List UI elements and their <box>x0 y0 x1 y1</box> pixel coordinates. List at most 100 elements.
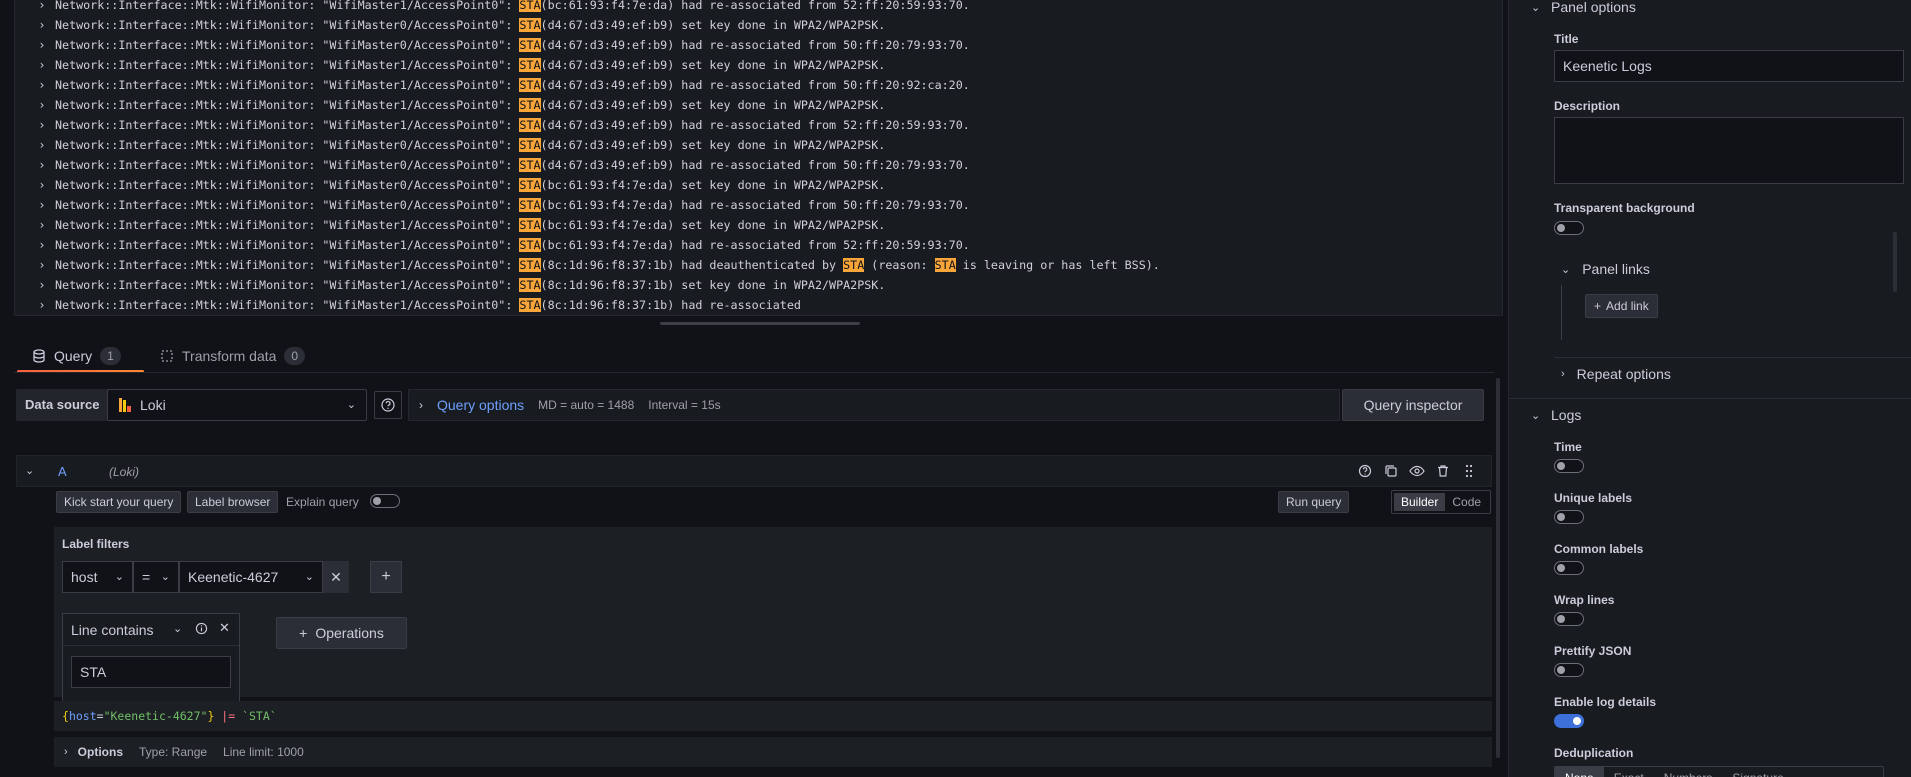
log-row[interactable]: › Network::Interface::Mtk::WifiMonitor: "… <box>15 175 1502 195</box>
expand-chevron-icon[interactable]: › <box>35 135 49 155</box>
panel-options-header[interactable]: ⌄ Panel options <box>1531 0 1636 18</box>
log-row[interactable]: › Network::Interface::Mtk::WifiMonitor: "… <box>15 295 1502 315</box>
eye-icon[interactable] <box>1409 463 1425 479</box>
expand-chevron-icon[interactable]: › <box>35 15 49 35</box>
chevron-down-icon: ⌄ <box>160 571 170 583</box>
query-inspector-button[interactable]: Query inspector <box>1342 389 1484 421</box>
chevron-down-icon[interactable]: ⌄ <box>173 622 182 635</box>
log-row[interactable]: › Network::Interface::Mtk::WifiMonitor: "… <box>15 255 1502 275</box>
enable-log-details-toggle[interactable] <box>1554 714 1584 728</box>
mode-builder[interactable]: Builder <box>1394 493 1446 511</box>
log-text: (bc:61:93:f4:7e:da) had re-associated fr… <box>540 198 970 212</box>
log-text: Network::Interface::Mtk::WifiMonitor: "W… <box>55 18 520 32</box>
log-row[interactable]: › Network::Interface::Mtk::WifiMonitor: "… <box>15 195 1502 215</box>
dedupe-option[interactable]: Numbers <box>1654 767 1723 777</box>
trash-icon[interactable] <box>1435 463 1451 479</box>
close-icon[interactable]: ✕ <box>219 620 230 636</box>
log-row[interactable]: › Network::Interface::Mtk::WifiMonitor: "… <box>15 0 1502 15</box>
time-label: Time <box>1554 440 1582 454</box>
tab-query[interactable]: Query 1 <box>32 340 121 372</box>
add-operation-button[interactable]: + Operations <box>276 617 407 649</box>
query-options-row[interactable]: › Options Type: Range Line limit: 1000 <box>54 737 1492 767</box>
drag-handle-icon[interactable] <box>1461 463 1477 479</box>
expand-chevron-icon[interactable]: › <box>35 175 49 195</box>
expand-chevron-icon[interactable]: › <box>35 255 49 275</box>
add-filter-button[interactable]: + <box>370 561 402 593</box>
divider <box>1509 398 1911 399</box>
log-row[interactable]: › Network::Interface::Mtk::WifiMonitor: "… <box>15 215 1502 235</box>
collapse-chevron-icon[interactable]: ⌄ <box>25 464 34 477</box>
expand-chevron-icon[interactable]: › <box>35 35 49 55</box>
label-value-select[interactable]: Keenetic-4627 ⌄ <box>179 561 323 593</box>
query-label-key: host <box>68 709 97 723</box>
query-row-header[interactable]: ⌄ A (Loki) <box>16 455 1492 487</box>
log-text: Network::Interface::Mtk::WifiMonitor: "W… <box>55 258 520 272</box>
datasource-help-button[interactable] <box>374 391 402 419</box>
label-browser-button[interactable]: Label browser <box>187 491 279 513</box>
mode-code[interactable]: Code <box>1445 493 1488 511</box>
help-circle-icon[interactable] <box>1357 463 1373 479</box>
expand-chevron-icon[interactable]: › <box>35 195 49 215</box>
expand-chevron-icon[interactable]: › <box>35 155 49 175</box>
info-circle-icon[interactable] <box>195 622 208 635</box>
query-ref-id[interactable]: A <box>58 464 67 479</box>
expand-chevron-icon[interactable]: › <box>35 295 49 315</box>
transparent-background-toggle[interactable] <box>1554 221 1584 235</box>
expand-chevron-icon[interactable]: › <box>35 275 49 295</box>
kick-start-button[interactable]: Kick start your query <box>56 491 182 513</box>
options-scrollbar[interactable] <box>1893 0 1899 777</box>
dedupe-option[interactable]: Exact <box>1604 767 1654 777</box>
operation-value-input[interactable]: STA <box>71 656 231 688</box>
run-query-button[interactable]: Run query <box>1278 491 1350 513</box>
search-highlight: STA <box>934 258 956 272</box>
log-row[interactable]: › Network::Interface::Mtk::WifiMonitor: "… <box>15 35 1502 55</box>
expand-chevron-icon[interactable]: › <box>35 235 49 255</box>
query-scrollbar[interactable] <box>1496 378 1502 777</box>
expand-chevron-icon[interactable]: › <box>35 95 49 115</box>
label-operator-value: = <box>142 569 151 585</box>
log-text: Network::Interface::Mtk::WifiMonitor: "W… <box>55 298 520 312</box>
expand-chevron-icon[interactable]: › <box>35 115 49 135</box>
log-row[interactable]: › Network::Interface::Mtk::WifiMonitor: "… <box>15 135 1502 155</box>
datasource-picker[interactable]: Loki ⌄ <box>107 389 367 421</box>
query-row-actions <box>1357 463 1477 479</box>
dedupe-option[interactable]: Signature <box>1722 767 1793 777</box>
time-toggle[interactable] <box>1554 459 1584 473</box>
panel-links-header[interactable]: ⌄ Panel links <box>1561 258 1650 280</box>
log-row[interactable]: › Network::Interface::Mtk::WifiMonitor: "… <box>15 275 1502 295</box>
repeat-options-header[interactable]: › Repeat options <box>1561 363 1671 385</box>
label-operator-select[interactable]: = ⌄ <box>133 561 179 593</box>
remove-filter-button[interactable]: ✕ <box>323 561 349 593</box>
operation-header[interactable]: Line contains ⌄ ✕ <box>63 614 239 646</box>
wrap-lines-toggle[interactable] <box>1554 612 1584 626</box>
log-row[interactable]: › Network::Interface::Mtk::WifiMonitor: "… <box>15 235 1502 255</box>
query-options-bar[interactable]: › Query options MD = auto = 1488 Interva… <box>408 389 1340 421</box>
log-row[interactable]: › Network::Interface::Mtk::WifiMonitor: "… <box>15 15 1502 35</box>
log-text: (d4:67:d3:49:ef:b9) had re-associated fr… <box>540 118 970 132</box>
prettify-json-toggle[interactable] <box>1554 663 1584 677</box>
log-row[interactable]: › Network::Interface::Mtk::WifiMonitor: "… <box>15 75 1502 95</box>
dedupe-option[interactable]: None <box>1555 767 1604 777</box>
expand-chevron-icon[interactable]: › <box>35 55 49 75</box>
search-highlight: STA <box>519 0 541 12</box>
expand-chevron-icon[interactable]: › <box>35 215 49 235</box>
label-key-select[interactable]: host ⌄ <box>62 561 133 593</box>
description-textarea[interactable] <box>1554 117 1904 184</box>
duplicate-icon[interactable] <box>1383 463 1399 479</box>
expand-chevron-icon[interactable]: › <box>35 75 49 95</box>
explain-query-toggle[interactable] <box>370 494 400 508</box>
help-circle-icon <box>381 398 395 412</box>
log-row[interactable]: › Network::Interface::Mtk::WifiMonitor: "… <box>15 95 1502 115</box>
log-row[interactable]: › Network::Interface::Mtk::WifiMonitor: "… <box>15 55 1502 75</box>
add-link-button[interactable]: + Add link <box>1585 294 1658 318</box>
common-labels-toggle[interactable] <box>1554 561 1584 575</box>
tab-transform-data[interactable]: Transform data 0 <box>160 340 306 372</box>
expand-chevron-icon[interactable]: › <box>35 0 49 15</box>
query-builder: Kick start your query Label browser Expl… <box>38 487 1492 777</box>
log-row[interactable]: › Network::Interface::Mtk::WifiMonitor: "… <box>15 155 1502 175</box>
logs-section-header[interactable]: ⌄ Logs <box>1531 404 1581 426</box>
pane-resize-handle[interactable] <box>660 322 860 325</box>
log-row[interactable]: › Network::Interface::Mtk::WifiMonitor: "… <box>15 115 1502 135</box>
title-input[interactable]: Keenetic Logs <box>1554 50 1904 82</box>
unique-labels-toggle[interactable] <box>1554 510 1584 524</box>
